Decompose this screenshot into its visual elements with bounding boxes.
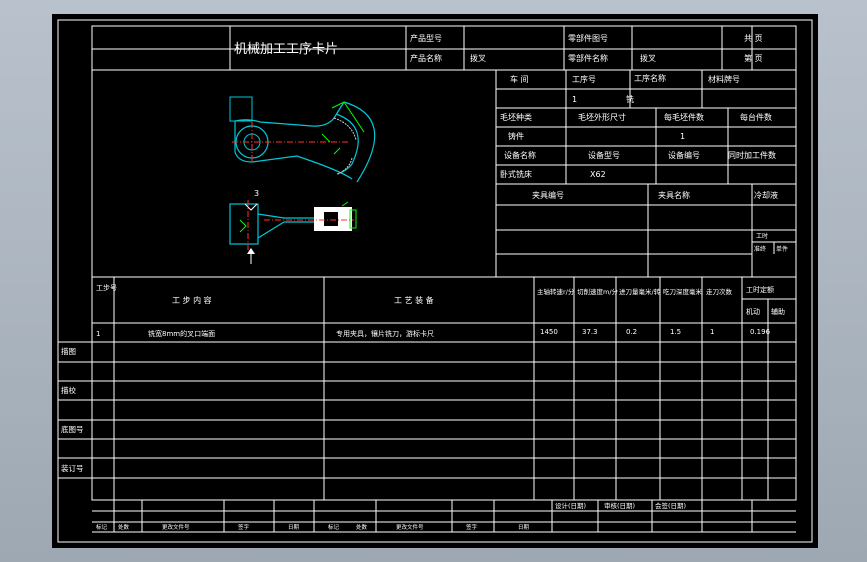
workshop-label: 车 间 bbox=[510, 74, 529, 84]
side-label-base-no: 底图号 bbox=[61, 424, 84, 434]
equip-name-value: 卧式铣床 bbox=[500, 169, 532, 179]
side-label-trace: 描图 bbox=[61, 346, 76, 356]
blank-type-value: 铸件 bbox=[508, 131, 524, 141]
hours-sub2: 单件 bbox=[776, 245, 788, 253]
row-step-content: 铣宽8mm的叉口端面 bbox=[148, 329, 215, 338]
row-passes: 1 bbox=[710, 328, 714, 336]
process-no-label: 工序号 bbox=[572, 74, 596, 84]
process-card-svg: 机械加工工序卡片 产品型号 零部件图号 产品名称 拨叉 零部件名称 拨叉 共 页… bbox=[57, 19, 813, 543]
page-no-label: 第 页 bbox=[744, 53, 763, 63]
side-label-check: 描校 bbox=[61, 385, 76, 395]
side-label-binding-no: 装订号 bbox=[61, 463, 84, 473]
card-title: 机械加工工序卡片 bbox=[234, 42, 338, 57]
footer-design-date: 设计(日期) bbox=[555, 501, 586, 510]
total-pages-label: 共 页 bbox=[744, 34, 763, 43]
header-quota: 工时定额 bbox=[746, 285, 774, 294]
product-name-label: 产品名称 bbox=[410, 53, 442, 63]
side-label-grid bbox=[58, 341, 92, 479]
row-cutting-speed: 37.3 bbox=[582, 328, 598, 336]
part-name-value: 拨叉 bbox=[640, 53, 656, 63]
header-step-no: 工步号 bbox=[96, 284, 117, 292]
footer-mark-2: 标记 bbox=[328, 523, 340, 531]
part-drawing-section-view bbox=[229, 200, 357, 264]
header-depth: 吃刀深度毫米 bbox=[663, 287, 703, 296]
product-name-value: 拨叉 bbox=[470, 53, 486, 63]
part-name-label: 零部件名称 bbox=[568, 53, 608, 63]
process-name-label: 工序名称 bbox=[634, 73, 666, 83]
equip-model-label: 设备型号 bbox=[588, 150, 620, 160]
row-step-no: 1 bbox=[96, 330, 100, 338]
row-feed: 0.2 bbox=[626, 328, 637, 336]
coolant-label: 冷却液 bbox=[754, 190, 778, 200]
footer-standard-date: 会签(日期) bbox=[655, 501, 686, 510]
header-cutting-speed: 切削速度m/分 bbox=[577, 287, 619, 296]
footer-mark-1: 标记 bbox=[96, 523, 108, 531]
footer-date-1: 日期 bbox=[288, 524, 300, 531]
header-step-content: 工 步 内 容 bbox=[172, 295, 212, 305]
footer-review-date: 审核(日期) bbox=[604, 501, 635, 510]
footer-count-1: 处数 bbox=[118, 523, 130, 531]
process-name-value: 铣 bbox=[626, 94, 634, 104]
blanks-per-value: 1 bbox=[680, 132, 685, 141]
simultaneous-label: 同时加工件数 bbox=[728, 150, 776, 160]
part-drawing-no-label: 零部件图号 bbox=[568, 33, 608, 43]
header-feed: 进刀量毫米/转 bbox=[619, 287, 661, 296]
blanks-per-label: 每毛坯件数 bbox=[664, 112, 704, 122]
operation-table-grid bbox=[92, 276, 796, 501]
header-equipment: 工 艺 装 备 bbox=[394, 295, 434, 305]
row-spindle-speed: 1450 bbox=[540, 328, 558, 336]
fixture-no-label: 夹具编号 bbox=[532, 190, 564, 200]
footer-sign-1: 签字 bbox=[238, 523, 250, 531]
inner-frame bbox=[91, 25, 797, 501]
part-drawing-top-view bbox=[229, 96, 376, 183]
header-grid bbox=[92, 26, 796, 71]
material-label: 材料牌号 bbox=[708, 74, 740, 84]
fixture-name-label: 夹具名称 bbox=[658, 190, 690, 200]
footer-doc-2: 更改文件号 bbox=[396, 523, 424, 531]
pieces-per-label: 每台件数 bbox=[740, 112, 772, 122]
footer-grid bbox=[92, 500, 796, 533]
header-quota-machine: 机动 bbox=[746, 307, 760, 316]
row-equipment: 专用夹具，镶片铣刀，游标卡尺 bbox=[336, 329, 434, 338]
info-grid bbox=[495, 70, 796, 277]
header-quota-aux: 辅助 bbox=[771, 307, 785, 316]
product-model-label: 产品型号 bbox=[410, 33, 442, 43]
equip-model-value: X62 bbox=[590, 170, 606, 179]
process-no-value: 1 bbox=[572, 95, 577, 104]
outer-frame bbox=[57, 19, 813, 543]
equip-no-label: 设备编号 bbox=[668, 150, 700, 160]
footer-date-2: 日期 bbox=[518, 524, 530, 531]
footer-doc-1: 更改文件号 bbox=[162, 523, 190, 531]
hours-label: 工时 bbox=[756, 232, 768, 240]
hours-sub1: 准终 bbox=[754, 245, 766, 253]
dimension-label: 3 bbox=[254, 189, 259, 198]
equip-name-label: 设备名称 bbox=[504, 150, 536, 160]
header-passes: 走刀次数 bbox=[706, 287, 733, 296]
row-depth: 1.5 bbox=[670, 328, 681, 336]
table-row: 1 铣宽8mm的叉口端面 专用夹具，镶片铣刀，游标卡尺 1450 37.3 0.… bbox=[96, 328, 771, 338]
blank-type-label: 毛坯种类 bbox=[500, 112, 532, 122]
header-spindle-speed: 主轴转速r/分 bbox=[537, 287, 575, 296]
footer-count-2: 处数 bbox=[356, 523, 368, 531]
row-quota-machine: 0.196 bbox=[750, 328, 771, 336]
drawing-sheet: 机械加工工序卡片 产品型号 零部件图号 产品名称 拨叉 零部件名称 拨叉 共 页… bbox=[52, 14, 818, 548]
blank-size-label: 毛坯外形尺寸 bbox=[578, 112, 626, 122]
footer-sign-2: 签字 bbox=[466, 523, 478, 531]
